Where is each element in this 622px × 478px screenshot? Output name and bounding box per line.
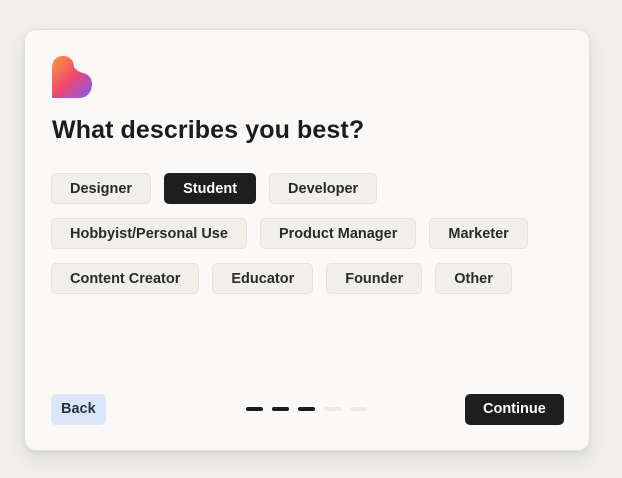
option-hobbyist[interactable]: Hobbyist/Personal Use (51, 218, 247, 249)
onboarding-card: What describes you best? Designer Studen… (24, 29, 590, 451)
option-educator[interactable]: Educator (212, 263, 314, 294)
option-founder[interactable]: Founder (326, 263, 423, 294)
progress-step (272, 407, 289, 411)
progress-step (298, 407, 315, 411)
continue-button[interactable]: Continue (465, 394, 564, 425)
role-options-row: Hobbyist/Personal Use Product Manager Ma… (51, 218, 571, 249)
role-options-row: Content Creator Educator Founder Other (51, 263, 571, 294)
progress-step (324, 407, 341, 411)
progress-indicator (246, 407, 367, 411)
progress-step (246, 407, 263, 411)
option-designer[interactable]: Designer (51, 173, 152, 204)
progress-step (350, 407, 367, 411)
option-other[interactable]: Other (435, 263, 512, 294)
page-title: What describes you best? (52, 116, 365, 144)
option-student[interactable]: Student (164, 173, 257, 204)
option-content-creator[interactable]: Content Creator (51, 263, 200, 294)
role-options-row: Designer Student Developer (51, 173, 571, 204)
option-developer[interactable]: Developer (269, 173, 378, 204)
option-product-manager[interactable]: Product Manager (259, 218, 417, 249)
heart-logo-icon (52, 56, 92, 98)
back-button[interactable]: Back (51, 394, 106, 425)
role-options: Designer Student Developer Hobbyist/Pers… (51, 173, 571, 308)
option-marketer[interactable]: Marketer (429, 218, 528, 249)
